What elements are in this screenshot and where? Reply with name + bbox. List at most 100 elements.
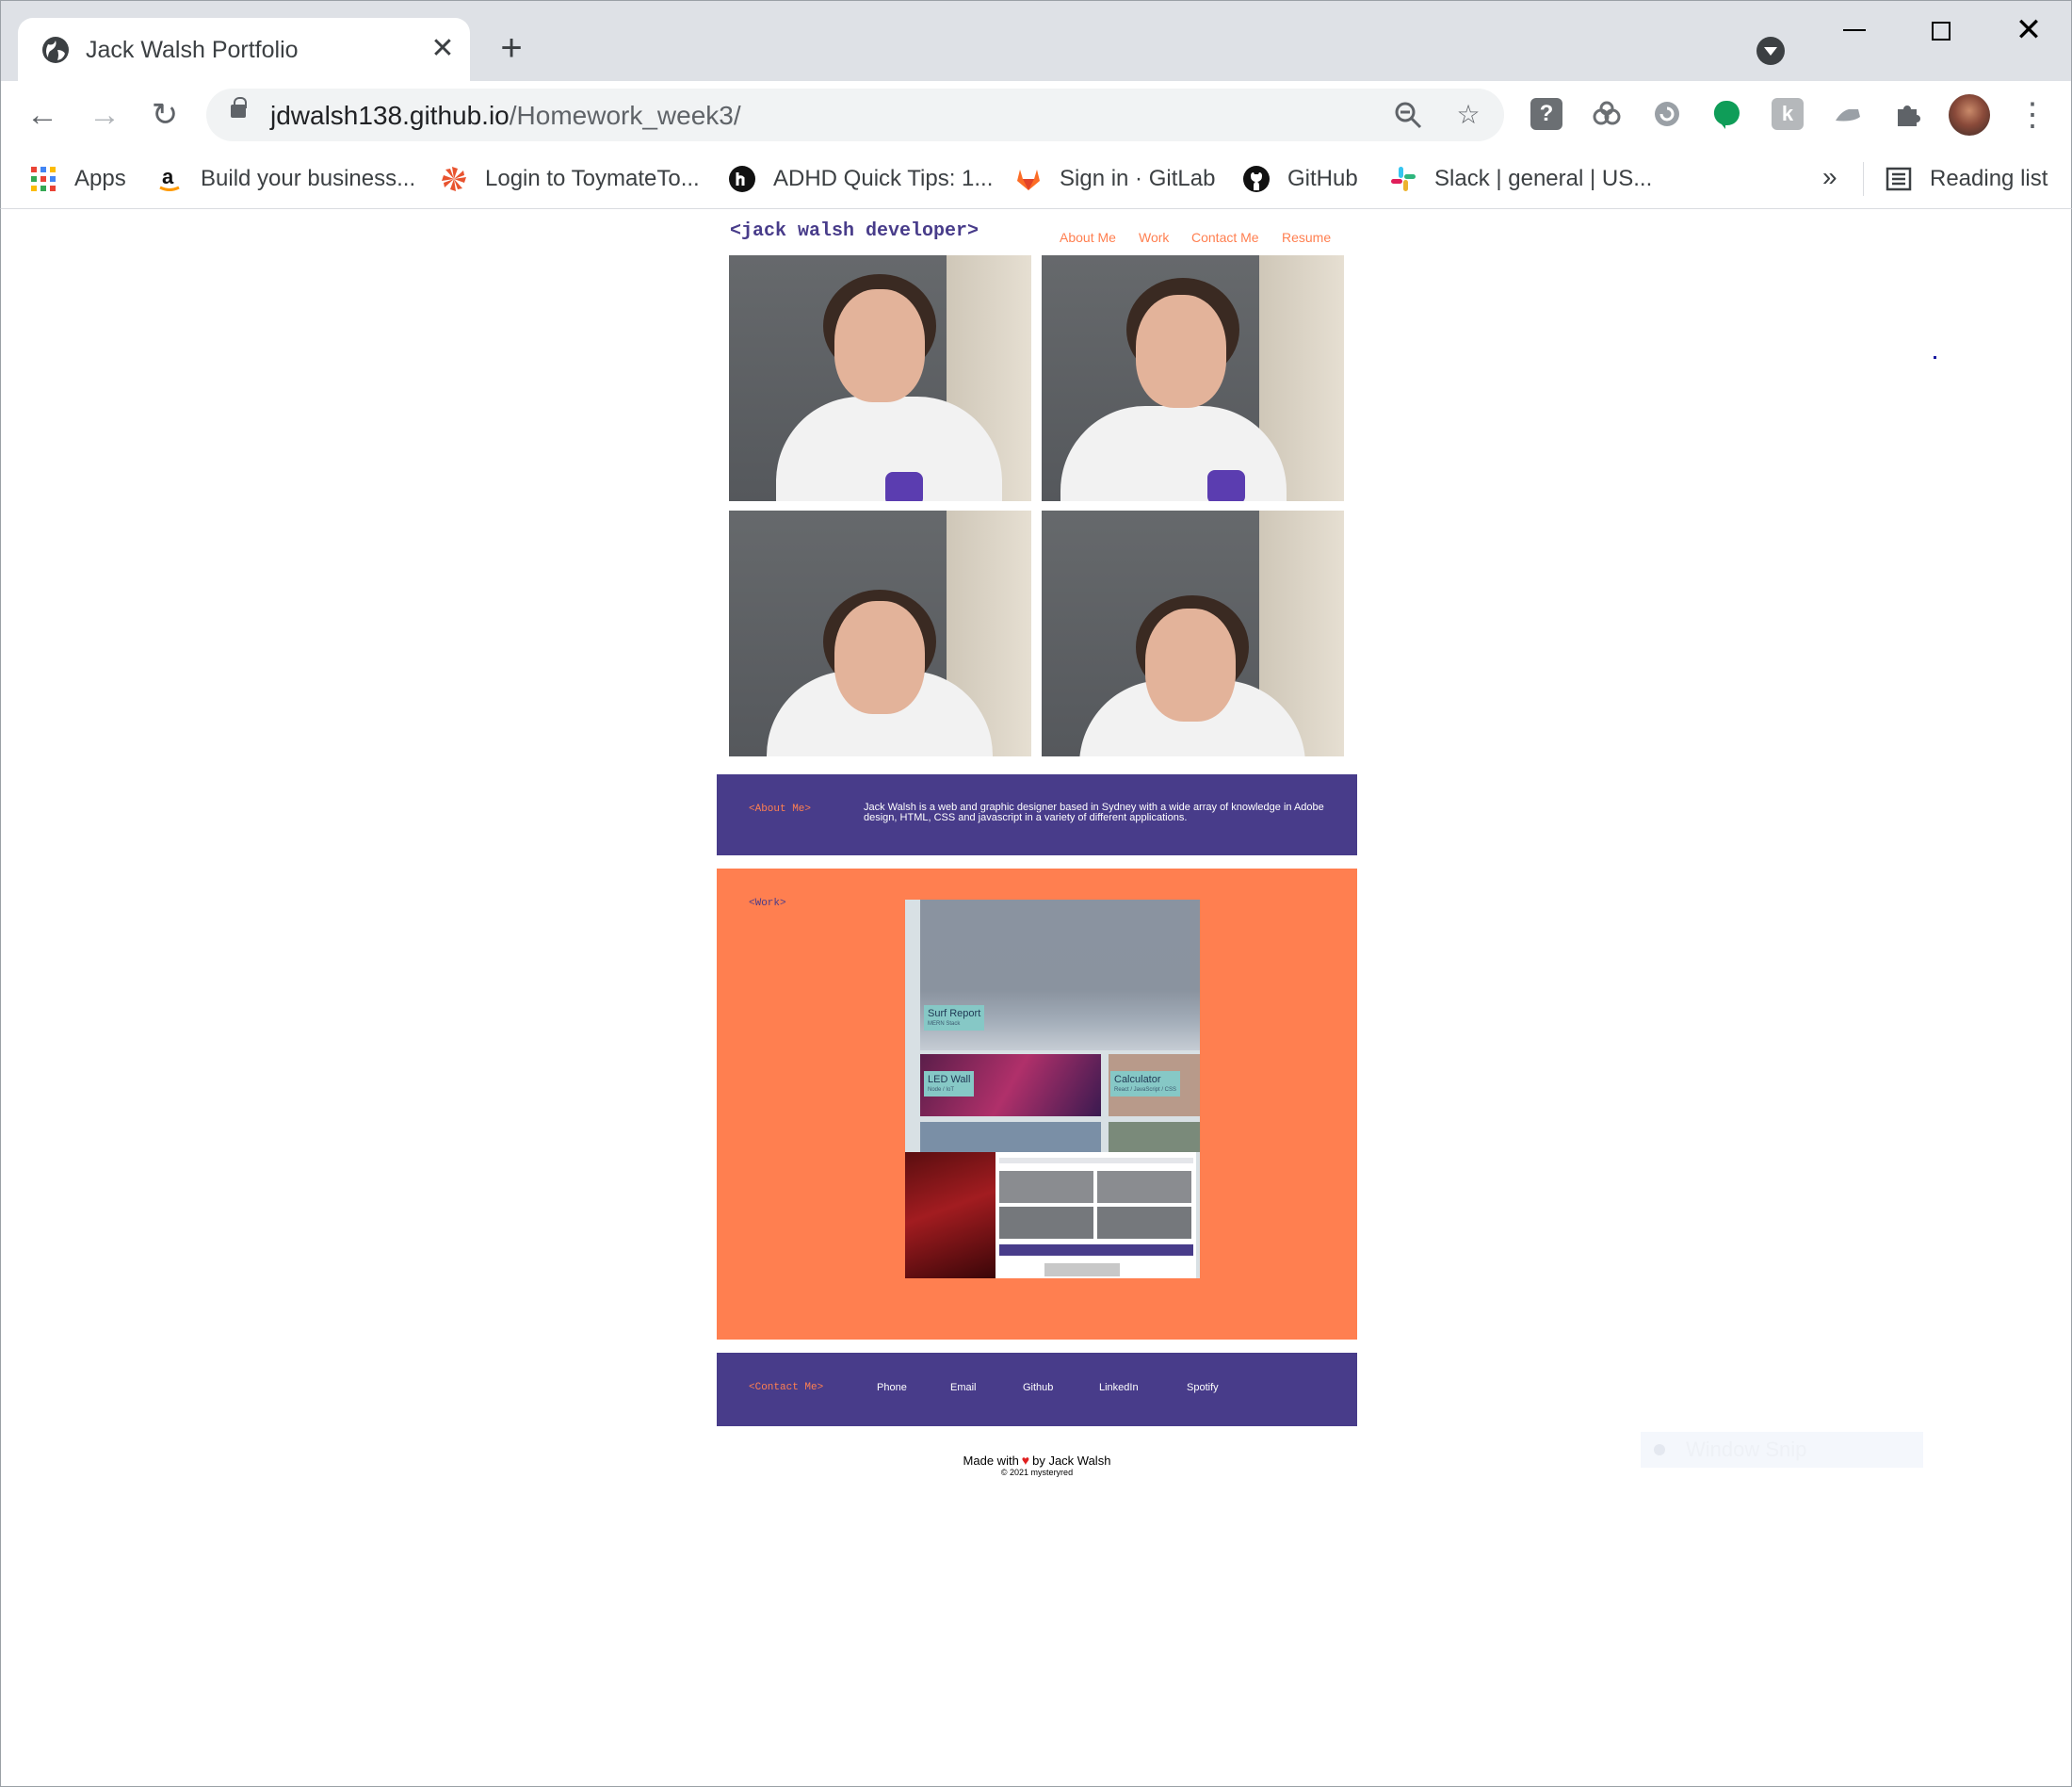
contact-link-github[interactable]: Github xyxy=(1023,1382,1053,1393)
bookmark-gitlab[interactable]: Sign in · GitLab xyxy=(1014,160,1215,198)
contact-heading: <Contact Me> xyxy=(749,1382,824,1393)
project-subtitle: React / JavaScript / CSS xyxy=(1114,1087,1177,1093)
bookmark-github[interactable]: GitHub xyxy=(1242,160,1358,198)
bookmark-amazon[interactable]: a Build your business... xyxy=(155,160,415,198)
toymate-icon xyxy=(442,167,466,191)
profile-photo xyxy=(729,511,1031,756)
bookmark-label: Slack | general | US... xyxy=(1434,166,1653,191)
url-text[interactable]: jdwalsh138.github.io/Homework_week3/ xyxy=(270,100,741,132)
slack-icon xyxy=(1391,167,1416,191)
window-snip-overlay[interactable]: Window Snip xyxy=(1641,1432,1923,1468)
bookmark-slack[interactable]: Slack | general | US... xyxy=(1389,160,1652,198)
new-tab-button[interactable]: + xyxy=(491,27,532,69)
footer-copyright: © 2021 mysteryred xyxy=(1000,1468,1074,1477)
extensions-puzzle-icon[interactable] xyxy=(1892,98,1924,130)
contact-link-email[interactable]: Email xyxy=(950,1382,977,1393)
bookmark-label: GitHub xyxy=(1287,166,1358,191)
project-subtitle: MERN Stack xyxy=(928,1021,961,1027)
shoe-extension-icon[interactable] xyxy=(1832,98,1864,130)
bookmark-label: ADHD Quick Tips: 1... xyxy=(773,166,994,191)
bookmarks-bar: Apps a Build your business... Login to T… xyxy=(0,149,2072,209)
reading-list-icon xyxy=(1886,167,1912,191)
amazon-icon: a xyxy=(159,165,180,191)
back-arrow-icon[interactable]: ← xyxy=(22,94,63,136)
heart-icon: ♥ xyxy=(1021,1453,1030,1468)
profile-photo xyxy=(729,255,1031,501)
snip-dot-icon xyxy=(1654,1444,1665,1455)
portfolio-screenshot[interactable]: Surf Report MERN Stack LED Wall Node / I… xyxy=(905,900,1200,1278)
project-title: LED Wall xyxy=(928,1074,971,1085)
about-heading: <About Me> xyxy=(749,804,812,815)
about-text: Jack Walsh is a web and graphic designer… xyxy=(864,802,1324,823)
gitlab-icon xyxy=(1017,170,1040,190)
contact-section: <Contact Me> Phone Email Github LinkedIn… xyxy=(717,1353,1357,1426)
hangouts-icon[interactable] xyxy=(1711,98,1743,130)
project-tile xyxy=(920,1122,1101,1152)
bookmark-label: Sign in · GitLab xyxy=(1060,166,1216,191)
bookmarks-divider xyxy=(1863,162,1864,196)
red-poster-thumbnail xyxy=(905,1152,996,1278)
url-path: /Homework_week3/ xyxy=(509,101,741,130)
nav-contact-me[interactable]: Contact Me xyxy=(1191,230,1259,245)
project-tile xyxy=(1109,1122,1200,1152)
footer-made-with: Made with xyxy=(963,1454,1019,1468)
page-viewport: <jack walsh developer> About Me Work Con… xyxy=(0,209,2072,1787)
tab-close-icon[interactable]: ✕ xyxy=(427,33,459,65)
nav-about-me[interactable]: About Me xyxy=(1060,230,1116,245)
reading-list-label: Reading list xyxy=(1930,166,2048,191)
page-dot xyxy=(1934,356,1936,359)
apps-grid-icon xyxy=(29,165,57,193)
site-logo[interactable]: <jack walsh developer> xyxy=(730,220,979,242)
nav-work[interactable]: Work xyxy=(1139,230,1169,245)
project-title: Calculator xyxy=(1114,1074,1161,1085)
reload-icon[interactable]: ↻ xyxy=(144,94,186,136)
bookmark-apps[interactable]: Apps xyxy=(29,160,126,198)
kebab-menu-icon[interactable]: ⋮ xyxy=(2016,94,2048,136)
browser-tab[interactable]: Jack Walsh Portfolio ✕ xyxy=(18,18,470,82)
window-snip-label: Window Snip xyxy=(1686,1438,1807,1461)
url-host: jdwalsh138.github.io xyxy=(270,101,510,130)
contact-link-phone[interactable]: Phone xyxy=(877,1382,907,1393)
medium-icon xyxy=(729,166,755,192)
kaspersky-extension-icon[interactable]: k xyxy=(1772,98,1804,130)
lock-icon xyxy=(231,97,247,118)
help-extension-icon[interactable]: ? xyxy=(1530,98,1562,130)
minimize-icon[interactable] xyxy=(1843,29,1866,31)
link-extension-icon[interactable] xyxy=(1591,98,1623,130)
refresh-extension-icon[interactable] xyxy=(1651,98,1683,130)
svg-text:a: a xyxy=(162,165,174,188)
work-heading: <Work> xyxy=(749,898,786,909)
bookmark-label: Apps xyxy=(74,166,126,191)
forward-arrow-icon[interactable]: → xyxy=(84,94,125,136)
address-bar[interactable]: jdwalsh138.github.io/Homework_week3/ ☆ xyxy=(206,89,1504,141)
profile-avatar[interactable] xyxy=(1949,94,1990,136)
project-title: Surf Report xyxy=(928,1008,981,1019)
reading-list-button[interactable]: Reading list xyxy=(1885,160,2048,198)
window-close-icon[interactable]: ✕ xyxy=(2013,14,2045,46)
contact-link-spotify[interactable]: Spotify xyxy=(1187,1382,1219,1393)
bookmark-adhd[interactable]: ADHD Quick Tips: 1... xyxy=(728,160,993,198)
bookmark-star-icon[interactable]: ☆ xyxy=(1453,100,1483,130)
mini-portfolio-thumbnail xyxy=(996,1152,1196,1278)
nav-resume[interactable]: Resume xyxy=(1282,230,1331,245)
github-icon xyxy=(1243,166,1270,192)
project-card-led-wall[interactable]: LED Wall Node / IoT xyxy=(924,1071,975,1097)
footer-credit: Made with ♥ by Jack Walsh xyxy=(952,1453,1122,1468)
project-card-calculator[interactable]: Calculator React / JavaScript / CSS xyxy=(1110,1071,1181,1097)
bookmarks-overflow-button[interactable]: » xyxy=(1822,162,1837,192)
profile-photo xyxy=(1042,255,1344,501)
tab-search-icon[interactable] xyxy=(1756,37,1785,65)
contact-link-linkedin[interactable]: LinkedIn xyxy=(1099,1382,1139,1393)
globe-icon xyxy=(42,37,69,63)
tab-title: Jack Walsh Portfolio xyxy=(86,37,299,63)
bookmark-toymate[interactable]: Login to ToymateTo... xyxy=(440,160,700,198)
footer-author: by Jack Walsh xyxy=(1032,1454,1111,1468)
browser-toolbar: ← → ↻ jdwalsh138.github.io/Homework_week… xyxy=(0,81,2072,149)
project-subtitle: Node / IoT xyxy=(928,1087,955,1093)
tab-strip: Jack Walsh Portfolio ✕ + ✕ xyxy=(0,0,2072,82)
project-card-surf-report[interactable]: Surf Report MERN Stack xyxy=(924,1005,985,1031)
about-section: <About Me> Jack Walsh is a web and graph… xyxy=(717,774,1357,855)
zoom-icon[interactable] xyxy=(1393,100,1423,130)
bookmark-label: Login to ToymateTo... xyxy=(485,166,700,191)
maximize-icon[interactable] xyxy=(1932,22,1951,41)
